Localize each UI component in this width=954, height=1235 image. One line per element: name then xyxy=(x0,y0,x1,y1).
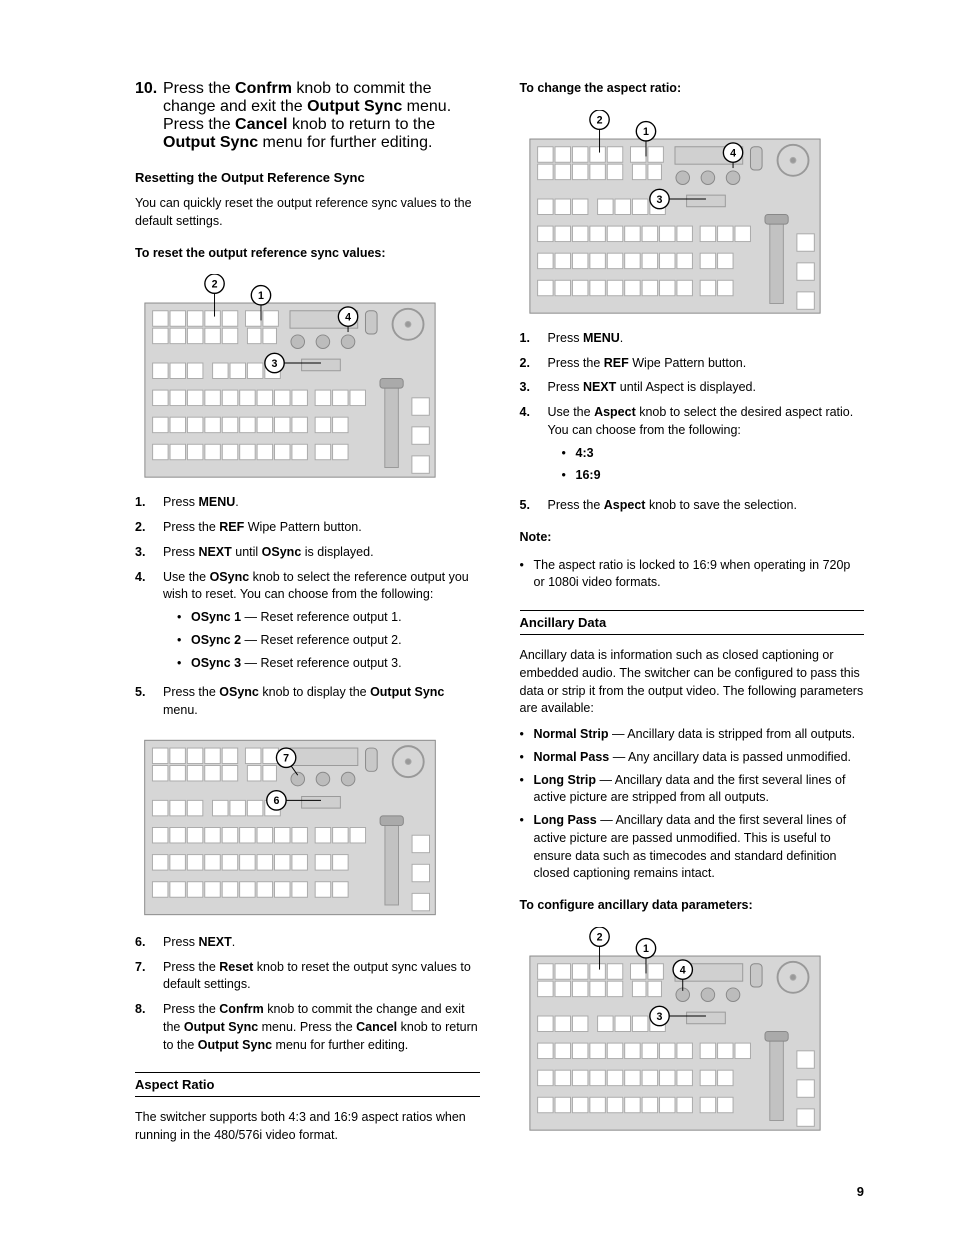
note-list: The aspect ratio is locked to 16:9 when … xyxy=(520,557,865,593)
svg-text:2: 2 xyxy=(212,279,218,291)
panel-figure-4: 1 2 3 4 xyxy=(520,927,865,1135)
step-text: Press the Confrm knob to commit the chan… xyxy=(163,80,480,152)
svg-text:2: 2 xyxy=(596,931,602,943)
svg-text:6: 6 xyxy=(273,795,279,807)
svg-text:7: 7 xyxy=(283,752,289,764)
right-column: To change the aspect ratio: 1 2 3 4 1.Pr… xyxy=(520,80,865,1153)
aspect-intro: The switcher supports both 4:3 and 16:9 … xyxy=(135,1109,480,1145)
heading-reset: Resetting the Output Reference Sync xyxy=(135,170,480,185)
step-10: 10. Press the Confrm knob to commit the … xyxy=(135,80,480,152)
panel-figure-2: 6 7 xyxy=(135,732,480,922)
step-number: 10. xyxy=(135,80,163,152)
panel-figure-3: 1 2 3 4 xyxy=(520,110,865,318)
reset-intro: You can quickly reset the output referen… xyxy=(135,195,480,231)
anc-to: To configure ancillary data parameters: xyxy=(520,897,865,915)
svg-text:4: 4 xyxy=(679,964,685,976)
reset-to: To reset the output reference sync value… xyxy=(135,245,480,263)
heading-aspect: Aspect Ratio xyxy=(135,1072,480,1097)
change-steps: 1.Press MENU. 2.Press the REF Wipe Patte… xyxy=(520,330,865,515)
svg-text:3: 3 xyxy=(272,358,278,370)
svg-text:2: 2 xyxy=(596,114,602,126)
svg-text:3: 3 xyxy=(656,194,662,206)
svg-text:3: 3 xyxy=(656,1011,662,1023)
heading-ancillary: Ancillary Data xyxy=(520,610,865,635)
page-number: 9 xyxy=(857,1184,864,1199)
svg-text:1: 1 xyxy=(643,126,649,138)
panel-figure-1: 1 2 3 4 xyxy=(135,274,480,482)
left-column: 10. Press the Confrm knob to commit the … xyxy=(135,80,480,1153)
anc-intro: Ancillary data is information such as cl… xyxy=(520,647,865,718)
reset-steps-a: 1.Press MENU. 2.Press the REF Wipe Patte… xyxy=(135,494,480,720)
aspect-options: 4:3 16:9 xyxy=(562,445,865,486)
osync-options: OSync 1 — Reset reference output 1. OSyn… xyxy=(177,609,480,672)
svg-text:1: 1 xyxy=(643,943,649,955)
reset-steps-b: 6.Press NEXT. 7.Press the Reset knob to … xyxy=(135,934,480,1055)
svg-text:1: 1 xyxy=(258,290,264,302)
note-head: Note: xyxy=(520,529,865,547)
svg-text:4: 4 xyxy=(345,312,351,324)
anc-params: Normal Strip — Ancillary data is strippe… xyxy=(520,726,865,883)
change-head: To change the aspect ratio: xyxy=(520,80,865,98)
svg-text:4: 4 xyxy=(730,147,736,159)
